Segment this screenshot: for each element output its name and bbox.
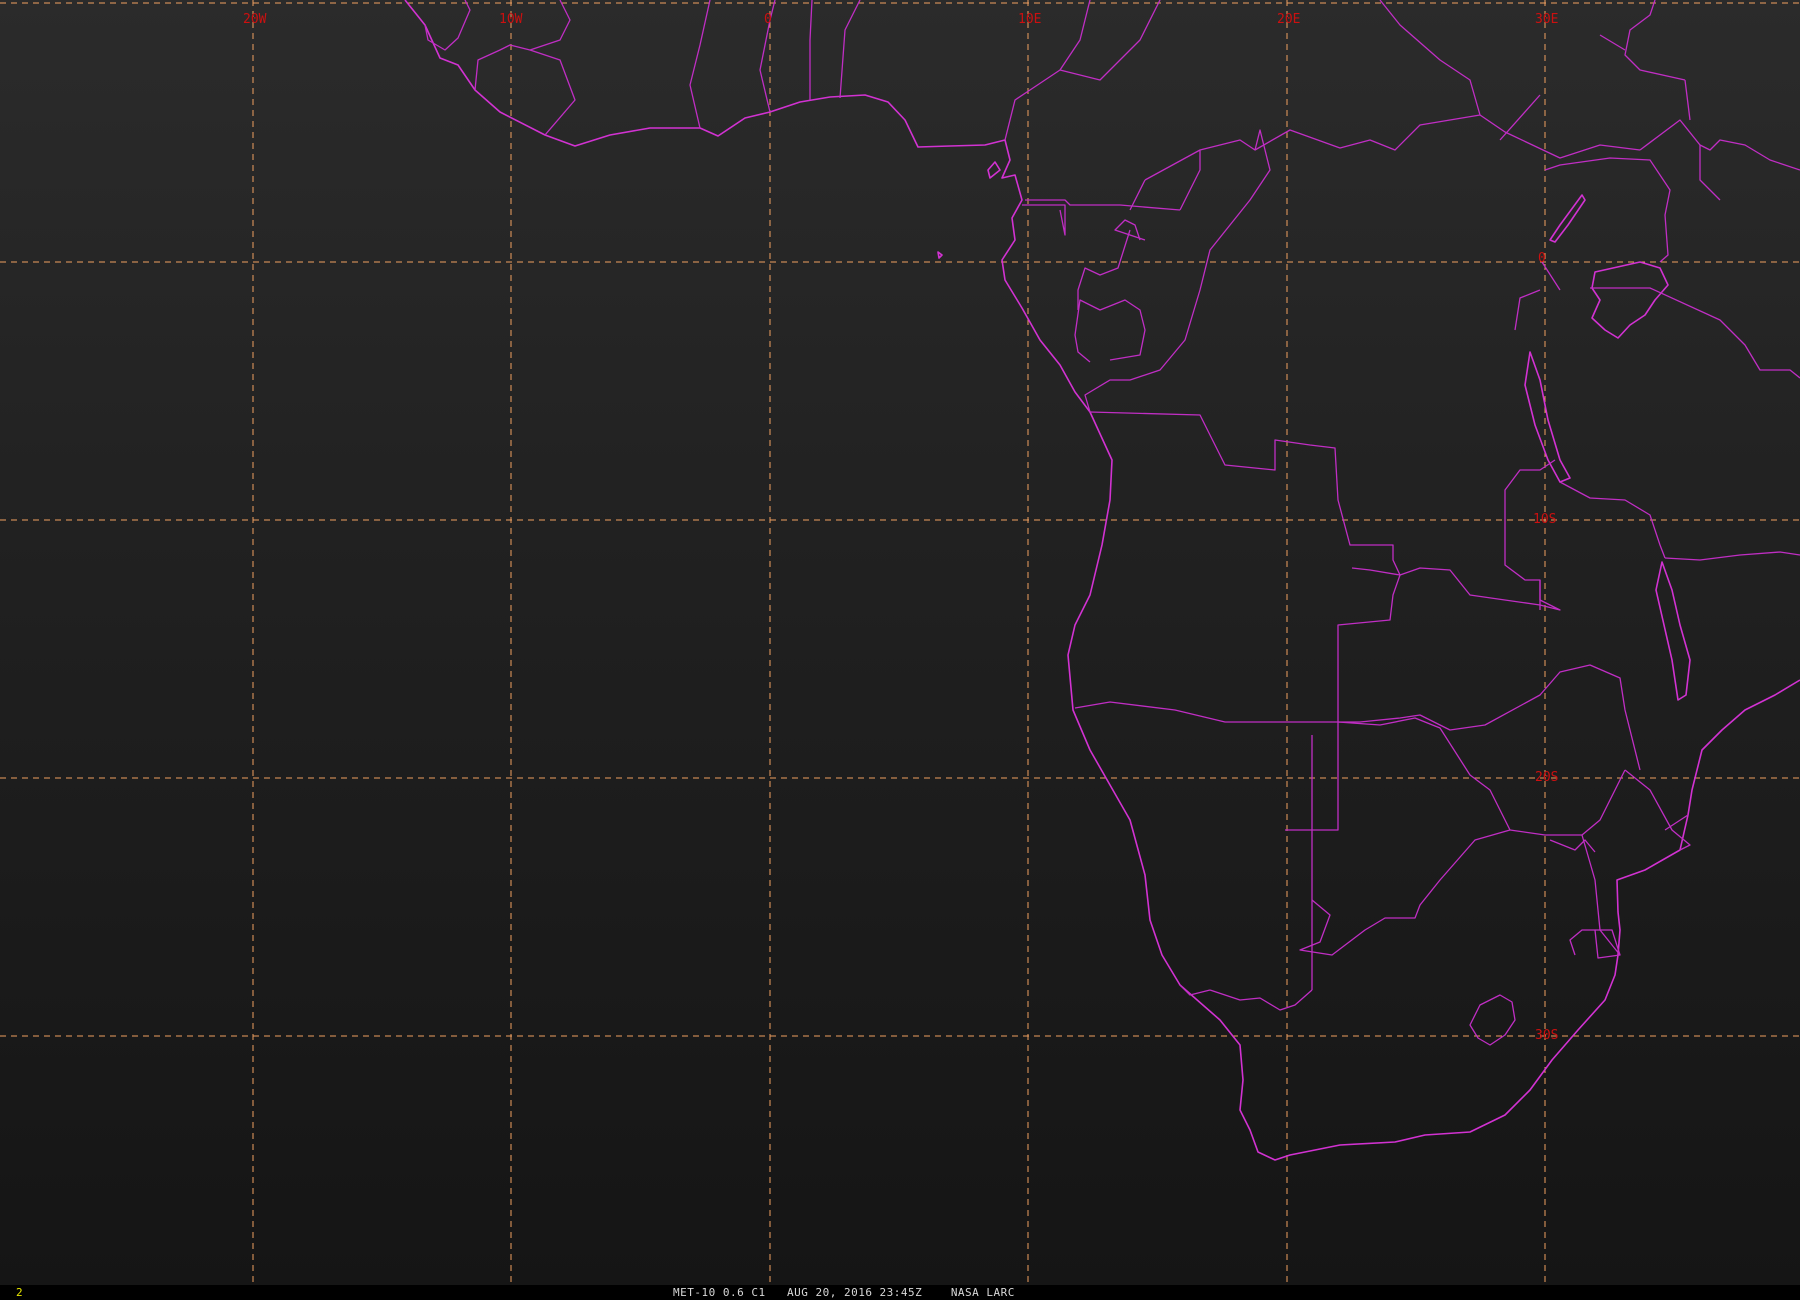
lon-label-10e: 10E (1018, 12, 1041, 27)
image-source: NASA LARC (950, 1286, 1015, 1299)
lon-label-20w: 20W (243, 12, 267, 27)
lat-label-10s: 10S (1533, 512, 1556, 527)
lat-label-30s: 30S (1535, 1028, 1558, 1043)
lon-label-30e: 30E (1535, 12, 1558, 27)
image-datetime: AUG 20, 2016 23:45Z (786, 1286, 923, 1299)
image-caption: MET-10 0.6 C1 AUG 20, 2016 23:45Z NASA L… (673, 1285, 1015, 1300)
lon-label-0: 0 (764, 12, 772, 27)
frame-number: 2 (16, 1286, 23, 1299)
map-background (0, 0, 1800, 1285)
lon-label-20e: 20E (1277, 12, 1300, 27)
lat-label-0: 0 (1538, 251, 1546, 266)
satellite-channel: MET-10 0.6 C1 (673, 1286, 766, 1299)
lon-label-10w: 10W (499, 12, 523, 27)
lat-label-20s: 20S (1535, 770, 1558, 785)
satellite-map: 20W 10W 0 10E 20E 30E 0 10S 20S 30S (0, 0, 1800, 1285)
